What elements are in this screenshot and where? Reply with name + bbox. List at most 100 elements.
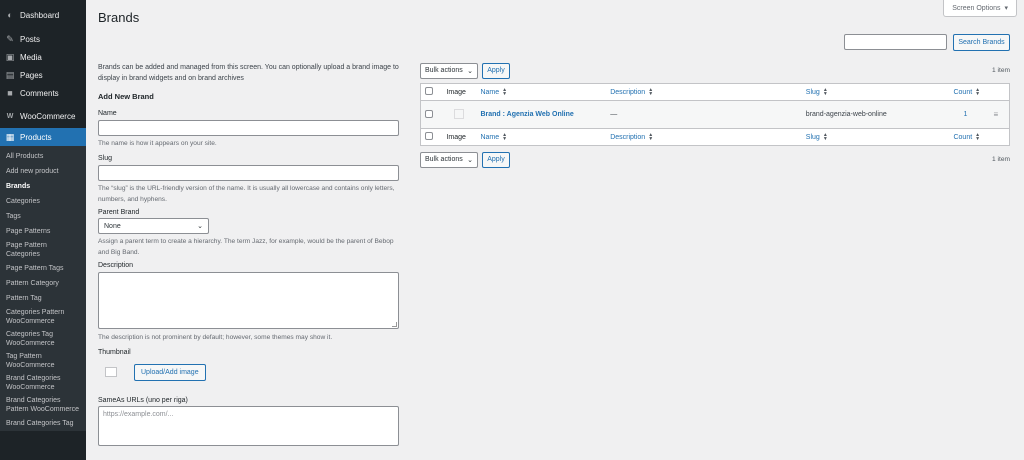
pages-icon: ▤ [5, 69, 15, 80]
sameas-label: SameAs URLs (uno per riga) [98, 397, 188, 404]
row-checkbox[interactable] [425, 109, 433, 118]
menu-media[interactable]: ▣ Media [0, 48, 86, 66]
column-image: Image [442, 83, 477, 101]
brand-slug: brand-agenzia-web-online [801, 100, 950, 129]
column-count-label: Count [953, 88, 973, 96]
menu-posts[interactable]: ✎ Posts [0, 30, 86, 48]
sort-icon: ▲ ▼ [648, 132, 654, 142]
menu-pages[interactable]: ▤ Pages [0, 66, 86, 84]
tablenav-bottom: Bulk actions ⌄ Apply 1 item [420, 151, 1010, 168]
add-brand-form: Brands can be added and managed from thi… [98, 62, 400, 446]
description-label: Description [98, 262, 134, 269]
slug-help: The “slug” is the URL-friendly version o… [98, 185, 395, 203]
submenu-pattern-category[interactable]: Pattern Category [0, 276, 86, 291]
thumbnail-placeholder [98, 359, 124, 385]
drag-handle-icon[interactable]: ≡ [993, 110, 998, 119]
submenu-page-pattern-categories[interactable]: Page Pattern Categories [0, 239, 86, 261]
thumbnail-label: Thumbnail [98, 349, 131, 356]
submenu-brand-categories-woocommerce[interactable]: Brand Categories WooCommerce [0, 372, 86, 394]
submenu-brands[interactable]: Brands [0, 179, 86, 194]
chevron-down-icon: ⌄ [197, 223, 203, 230]
sort-icon: ▲ ▼ [648, 87, 654, 97]
tablenav-top: Bulk actions ⌄ Apply 1 item [420, 62, 1010, 79]
name-help: The name is how it appears on your site. [98, 140, 217, 147]
brand-description: — [606, 100, 802, 129]
select-all-checkbox[interactable] [425, 87, 433, 95]
column-count-sort[interactable]: Count ▲ ▼ [953, 88, 980, 97]
comments-icon: ■ [7, 88, 13, 98]
main-content: Brands Screen Options ▾ Search Brands Br… [86, 0, 1024, 460]
thumbnail-row: Upload/Add image [98, 359, 400, 385]
admin-sidebar: ◐ Dashboard ✎ Posts ▣ Media ▤ Pages ■ Co… [0, 0, 86, 460]
menu-label: Posts [20, 34, 41, 44]
menu-label: Pages [20, 70, 43, 80]
upload-image-button[interactable]: Upload/Add image [134, 363, 206, 381]
sameas-textarea[interactable]: https://example.com/... [98, 406, 399, 446]
column-name-sort[interactable]: Name ▲ ▼ [480, 88, 507, 97]
media-icon: ▣ [5, 51, 15, 62]
submenu-tags[interactable]: Tags [0, 209, 86, 224]
menu-label: Comments [20, 88, 59, 98]
apply-button[interactable]: Apply [482, 62, 510, 79]
column-description-label: Description [610, 133, 646, 141]
menu-label: Media [20, 52, 42, 62]
column-slug-label: Slug [805, 88, 820, 96]
sort-icon: ▲ ▼ [822, 132, 828, 142]
brand-count-link[interactable]: 1 [963, 111, 967, 118]
chevron-down-icon: ⌄ [467, 67, 473, 75]
search-input[interactable] [844, 34, 947, 50]
intro-text: Brands can be added and managed from thi… [98, 64, 399, 82]
submenu-categories-pattern-woocommerce[interactable]: Categories Pattern WooCommerce [0, 306, 86, 328]
column-name-sort-footer[interactable]: Name ▲ ▼ [480, 133, 507, 142]
bulk-actions-label: Bulk actions [425, 156, 463, 163]
submenu-brand-categories-tag[interactable]: Brand Categories Tag [0, 416, 86, 431]
slug-input[interactable] [98, 165, 399, 181]
column-description-label: Description [610, 88, 646, 96]
bulk-actions-select[interactable]: Bulk actions ⌄ [420, 62, 478, 79]
products-submenu: All Products Add new product Brands Cate… [0, 146, 86, 431]
submenu-categories-tag-woocommerce[interactable]: Categories Tag WooCommerce [0, 328, 86, 350]
menu-comments[interactable]: ■ Comments [0, 84, 86, 102]
parent-brand-select[interactable]: None ⌄ [98, 218, 209, 234]
column-image-footer: Image [442, 128, 477, 146]
parent-brand-label: Parent Brand [98, 209, 140, 216]
parent-brand-value: None [104, 222, 121, 230]
search-brands-button[interactable]: Search Brands [953, 34, 1010, 51]
column-description-sort-footer[interactable]: Description ▲ ▼ [610, 132, 654, 142]
pin-icon: ✎ [6, 33, 14, 44]
menu-woocommerce[interactable]: W WooCommerce [0, 107, 86, 125]
menu-products[interactable]: ▦ Products [0, 128, 86, 146]
select-all-checkbox-bottom[interactable] [425, 132, 433, 140]
bulk-actions-select-bottom[interactable]: Bulk actions ⌄ [420, 151, 478, 168]
bulk-actions-label: Bulk actions [425, 67, 463, 74]
column-count-sort-footer[interactable]: Count ▲ ▼ [953, 133, 980, 142]
items-count: 1 item [992, 67, 1010, 74]
resize-grip-icon[interactable] [392, 322, 397, 327]
column-slug-sort-footer[interactable]: Slug ▲ ▼ [806, 132, 828, 142]
submenu-categories[interactable]: Categories [0, 194, 86, 209]
submenu-tag-pattern-woocommerce[interactable]: Tag Pattern WooCommerce [0, 350, 86, 372]
brands-list: Bulk actions ⌄ Apply 1 item Image Name ▲ ▼… [420, 62, 1010, 168]
submenu-pattern-tag[interactable]: Pattern Tag [0, 291, 86, 306]
column-description-sort[interactable]: Description ▲ ▼ [610, 87, 654, 97]
submenu-all-products[interactable]: All Products [0, 149, 86, 164]
brand-name-link[interactable]: Brand : Agenzia Web Online [480, 111, 573, 118]
table-row: Brand : Agenzia Web Online — brand-agenz… [420, 100, 1010, 129]
products-icon: ▦ [5, 131, 15, 142]
menu-label: Dashboard [20, 10, 60, 20]
apply-button-bottom[interactable]: Apply [482, 151, 510, 168]
menu-dashboard[interactable]: ◐ Dashboard [0, 6, 86, 24]
description-textarea[interactable] [98, 272, 399, 329]
submenu-add-new-product[interactable]: Add new product [0, 164, 86, 179]
caret-down-icon: ▾ [1004, 5, 1008, 12]
dashboard-icon: ◐ [7, 10, 13, 20]
column-slug-sort[interactable]: Slug ▲ ▼ [805, 88, 828, 97]
add-new-brand-heading: Add New Brand [98, 92, 154, 101]
submenu-brand-categories-pattern-woocommerce[interactable]: Brand Categories Pattern WooCommerce [0, 394, 86, 416]
column-name-label: Name [480, 88, 500, 96]
name-input[interactable] [98, 120, 399, 136]
page-title: Brands [98, 10, 140, 25]
submenu-page-pattern-tags[interactable]: Page Pattern Tags [0, 261, 86, 276]
screen-options-button[interactable]: Screen Options ▾ [943, 0, 1017, 17]
submenu-page-patterns[interactable]: Page Patterns [0, 224, 86, 239]
